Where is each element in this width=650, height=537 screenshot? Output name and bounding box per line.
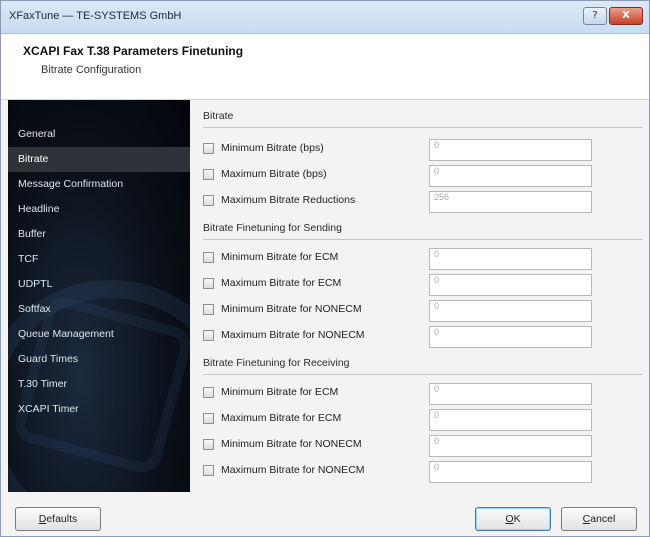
sidebar: General Bitrate Message Confirmation Hea…	[8, 100, 190, 492]
section-divider	[203, 374, 643, 375]
setting-label: Maximum Bitrate Reductions	[221, 194, 356, 206]
setting-value-input[interactable]: 0	[429, 248, 592, 270]
section-divider	[203, 239, 643, 240]
setting-checkbox[interactable]	[203, 439, 214, 450]
sidebar-item-bitrate[interactable]: Bitrate	[8, 147, 190, 172]
section-title-bitrate: Bitrate	[203, 110, 234, 122]
setting-checkbox[interactable]	[203, 252, 214, 263]
setting-checkbox[interactable]	[203, 143, 214, 154]
setting-label: Maximum Bitrate for ECM	[221, 277, 342, 289]
setting-value-input[interactable]: 0	[429, 274, 592, 296]
setting-value-input[interactable]: 0	[429, 326, 592, 348]
header-subtitle: Bitrate Configuration	[41, 64, 142, 76]
setting-label: Maximum Bitrate for NONECM	[221, 329, 365, 341]
help-button[interactable]: ?	[583, 7, 607, 25]
setting-checkbox[interactable]	[203, 413, 214, 424]
sidebar-item-guard-times[interactable]: Guard Times	[8, 347, 190, 372]
dialog-header: XCAPI Fax T.38 Parameters Finetuning Bit…	[1, 34, 649, 100]
setting-row: Maximum Bitrate Reductions 256	[203, 191, 603, 213]
setting-label: Minimum Bitrate for NONECM	[221, 438, 362, 450]
sidebar-item-softfax[interactable]: Softfax	[8, 297, 190, 322]
setting-row: Maximum Bitrate for NONECM 0	[203, 326, 603, 348]
setting-row: Maximum Bitrate for ECM 0	[203, 409, 603, 431]
section-title-sending: Bitrate Finetuning for Sending	[203, 222, 342, 234]
setting-checkbox[interactable]	[203, 330, 214, 341]
setting-value-input[interactable]: 0	[429, 435, 592, 457]
nav-list: General Bitrate Message Confirmation Hea…	[8, 122, 190, 422]
sidebar-item-tcf[interactable]: TCF	[8, 247, 190, 272]
setting-row: Maximum Bitrate for ECM 0	[203, 274, 603, 296]
setting-row: Minimum Bitrate for NONECM 0	[203, 435, 603, 457]
header-title: XCAPI Fax T.38 Parameters Finetuning	[23, 44, 244, 58]
setting-value-input[interactable]: 0	[429, 139, 592, 161]
settings-panel: Bitrate Minimum Bitrate (bps) 0 Maximum …	[191, 100, 649, 492]
sidebar-item-queue-management[interactable]: Queue Management	[8, 322, 190, 347]
close-button[interactable]: X	[609, 7, 643, 25]
section-divider	[203, 127, 643, 128]
title-bar[interactable]: XFaxTune — TE-SYSTEMS GmbH ? X	[1, 1, 649, 34]
window-title: XFaxTune — TE-SYSTEMS GmbH	[9, 10, 182, 22]
sidebar-item-t30-timer[interactable]: T.30 Timer	[8, 372, 190, 397]
ok-button[interactable]: OK	[475, 507, 551, 531]
setting-label: Minimum Bitrate (bps)	[221, 142, 324, 154]
setting-row: Maximum Bitrate for NONECM 0	[203, 461, 603, 483]
setting-row: Minimum Bitrate for ECM 0	[203, 248, 603, 270]
ok-button-label: K	[513, 513, 521, 525]
setting-label: Minimum Bitrate for ECM	[221, 251, 339, 263]
setting-value-input[interactable]: 0	[429, 165, 592, 187]
sidebar-item-message-confirmation[interactable]: Message Confirmation	[8, 172, 190, 197]
setting-label: Minimum Bitrate for ECM	[221, 386, 339, 398]
setting-label: Maximum Bitrate for NONECM	[221, 464, 365, 476]
setting-label: Maximum Bitrate for ECM	[221, 412, 342, 424]
setting-label: Maximum Bitrate (bps)	[221, 168, 327, 180]
setting-row: Minimum Bitrate for NONECM 0	[203, 300, 603, 322]
setting-row: Minimum Bitrate for ECM 0	[203, 383, 603, 405]
setting-row: Maximum Bitrate (bps) 0	[203, 165, 603, 187]
cancel-button-label: ancel	[590, 513, 616, 525]
xfaxtune-window: XFaxTune — TE-SYSTEMS GmbH ? X XCAPI Fax…	[0, 0, 650, 537]
setting-checkbox[interactable]	[203, 169, 214, 180]
setting-value-input[interactable]: 0	[429, 383, 592, 405]
cancel-button[interactable]: Cancel	[561, 507, 637, 531]
sidebar-item-buffer[interactable]: Buffer	[8, 222, 190, 247]
sidebar-item-headline[interactable]: Headline	[8, 197, 190, 222]
setting-value-input[interactable]: 0	[429, 461, 592, 483]
setting-checkbox[interactable]	[203, 304, 214, 315]
section-title-receiving: Bitrate Finetuning for Receiving	[203, 357, 350, 369]
setting-row: Minimum Bitrate (bps) 0	[203, 139, 603, 161]
sidebar-item-general[interactable]: General	[8, 122, 190, 147]
setting-value-input[interactable]: 0	[429, 300, 592, 322]
setting-checkbox[interactable]	[203, 465, 214, 476]
sidebar-item-xcapi-timer[interactable]: XCAPI Timer	[8, 397, 190, 422]
sidebar-item-udptl[interactable]: UDPTL	[8, 272, 190, 297]
setting-value-input[interactable]: 256	[429, 191, 592, 213]
setting-checkbox[interactable]	[203, 387, 214, 398]
defaults-button-label: efaults	[46, 513, 78, 525]
setting-value-input[interactable]: 0	[429, 409, 592, 431]
defaults-button[interactable]: Defaults	[15, 507, 101, 531]
ok-button-mnemonic: O	[505, 513, 514, 525]
setting-checkbox[interactable]	[203, 195, 214, 206]
setting-label: Minimum Bitrate for NONECM	[221, 303, 362, 315]
setting-checkbox[interactable]	[203, 278, 214, 289]
